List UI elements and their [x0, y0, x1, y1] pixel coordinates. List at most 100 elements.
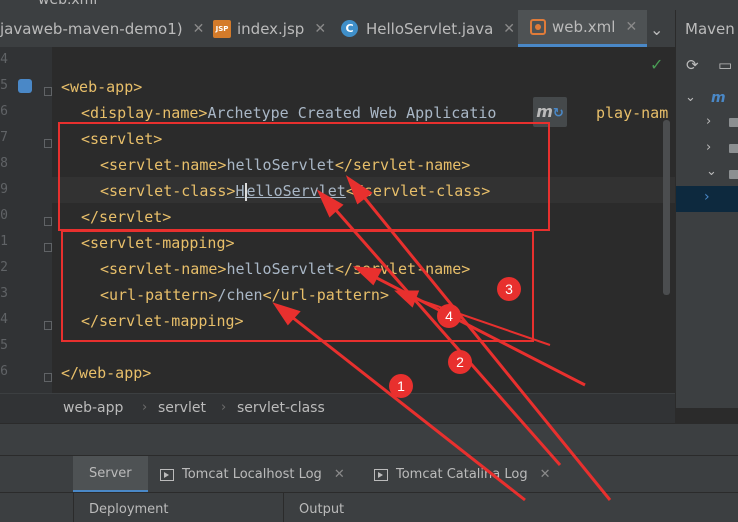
breadcrumb: web-app › servlet › servlet-class — [0, 393, 675, 424]
chevron-right-icon: › — [704, 189, 710, 205]
folder-icon — [729, 144, 738, 153]
tag-servlet-class-close: </servlet-class> — [345, 182, 491, 200]
display-name-tail: play-nam — [596, 104, 669, 122]
line-number: 3 — [0, 286, 8, 301]
tag-servlet-mapping-close: </servlet-mapping> — [81, 312, 244, 330]
line-number-gutter: 4 5 6 7 8 9 0 1 2 3 4 5 6 — [0, 47, 52, 393]
tool-window-header — [0, 423, 738, 456]
chevron-right-icon: › — [142, 400, 148, 415]
fold-marker-icon[interactable] — [44, 243, 52, 252]
tab-tomcat-catalina-log[interactable]: Tomcat Catalina Log ✕ — [374, 456, 551, 493]
server-panel: Deployment Output — [0, 492, 738, 522]
tag-servlet-name-open: <servlet-name> — [100, 260, 227, 278]
tab-helloservlet-java[interactable]: C HelloServlet.java ✕ — [341, 10, 515, 47]
line-number: 4 — [0, 312, 8, 327]
maven-project-icon: m — [711, 90, 726, 106]
tag-web-app-close: </web-app> — [61, 364, 152, 382]
code-line: <servlet-class>H elloServlet</servlet-cla… — [100, 178, 490, 204]
code-line: </servlet> — [81, 204, 171, 230]
chevron-right-icon: › — [221, 400, 227, 415]
tab-project-label: javaweb-maven-demo1) — [0, 19, 183, 38]
tab-catalina-log-label: Tomcat Catalina Log — [396, 467, 528, 482]
chevron-right-icon[interactable]: › — [706, 114, 711, 129]
fold-marker-icon[interactable] — [44, 373, 52, 382]
servlet-name-value: helloServlet — [226, 156, 335, 174]
tab-web-xml[interactable]: web.xml ✕ — [518, 10, 648, 47]
chevron-down-icon[interactable]: ⌄ — [706, 164, 717, 179]
code-line: <url-pattern>/chen</url-pattern> — [100, 282, 389, 308]
line-number: 2 — [0, 260, 8, 275]
tag-servlet-mapping-open: <servlet-mapping> — [81, 234, 235, 252]
close-icon[interactable]: ✕ — [334, 467, 345, 482]
tab-server-label: Server — [89, 465, 132, 481]
code-line-tail: play-nam — [596, 100, 668, 126]
line-number: 6 — [0, 104, 8, 119]
close-icon[interactable]: ✕ — [540, 467, 551, 482]
line-number: 7 — [0, 130, 8, 145]
tab-index-jsp-label: index.jsp — [237, 19, 305, 38]
close-icon[interactable]: ✕ — [314, 21, 326, 37]
breadcrumb-item[interactable]: servlet-class — [237, 400, 325, 416]
deployment-header: Deployment — [89, 502, 169, 517]
terminal-log-icon — [374, 468, 388, 481]
fold-marker-icon[interactable] — [44, 217, 52, 226]
servlet-class-value: elloServlet — [246, 182, 346, 200]
services-tab-bar: Server Tomcat Localhost Log ✕ Tomcat Cat… — [0, 455, 738, 493]
line-number: 5 — [0, 338, 8, 353]
tab-server[interactable]: Server — [73, 456, 148, 493]
line-number: 6 — [0, 364, 8, 379]
editor-tab-bar: javaweb-maven-demo1) ✕ JSP index.jsp ✕ C… — [0, 10, 738, 48]
tag-servlet-close: </servlet> — [81, 208, 172, 226]
refresh-icon[interactable]: ⟳ — [686, 56, 699, 74]
code-line: </web-app> — [61, 360, 151, 386]
line-number: 5 — [0, 78, 8, 93]
code-line: <servlet> — [81, 126, 162, 152]
line-number: 8 — [0, 156, 8, 171]
servlet-name-value: helloServlet — [226, 260, 335, 278]
tag-web-app-open: <web-app> — [61, 78, 143, 96]
tab-helloservlet-label: HelloServlet.java — [366, 19, 494, 38]
maven-reload-icon[interactable]: m↻ — [533, 97, 567, 127]
chevron-right-icon[interactable]: › — [706, 140, 711, 155]
tab-project[interactable]: javaweb-maven-demo1) ✕ — [0, 10, 204, 47]
chevron-down-icon[interactable]: ⌄ — [650, 20, 663, 39]
code-line: </servlet-mapping> — [81, 308, 244, 334]
editor-scrollbar[interactable] — [663, 120, 670, 295]
close-icon[interactable]: ✕ — [503, 21, 515, 37]
code-editor[interactable]: <web-app> <display-name>Archetype Create… — [52, 47, 675, 393]
panel-divider — [283, 493, 284, 522]
folder-icon — [729, 170, 738, 179]
check-icon: ✓ — [650, 55, 664, 74]
tab-index-jsp[interactable]: JSP index.jsp ✕ — [213, 10, 326, 47]
chevron-down-icon[interactable]: ⌄ — [685, 90, 696, 105]
close-icon[interactable]: ✕ — [625, 19, 637, 35]
terminal-log-icon — [160, 468, 174, 481]
web-config-gutter-icon[interactable] — [18, 79, 32, 93]
fold-marker-icon[interactable] — [44, 139, 52, 148]
tag-servlet-name-close: </servlet-name> — [334, 260, 471, 278]
java-class-icon: C — [341, 20, 358, 37]
url-pattern-value: /chen — [217, 286, 263, 304]
close-icon[interactable]: ✕ — [193, 21, 205, 37]
tag-servlet-name-close: </servlet-name> — [334, 156, 471, 174]
tag-url-pattern-close: </url-pattern> — [262, 286, 389, 304]
maven-tool-window: Maven ⟳ ▭ ⌄ m › › ⌄ › — [675, 10, 738, 408]
tag-servlet-name-open: <servlet-name> — [100, 156, 227, 174]
tab-tomcat-localhost-log[interactable]: Tomcat Localhost Log ✕ — [160, 456, 345, 493]
maven-title: Maven — [685, 20, 735, 38]
line-number: 0 — [0, 208, 8, 223]
code-line: <servlet-mapping> — [81, 230, 235, 256]
fold-marker-icon[interactable] — [44, 321, 52, 330]
output-header: Output — [299, 502, 345, 517]
add-folder-icon[interactable]: ▭ — [718, 56, 732, 74]
tag-url-pattern-open: <url-pattern> — [100, 286, 218, 304]
folder-icon — [729, 118, 738, 127]
jsp-file-icon: JSP — [213, 19, 231, 38]
breadcrumb-item[interactable]: web-app — [63, 400, 123, 416]
display-name-text: Archetype Created Web Applicatio — [207, 104, 497, 122]
breadcrumb-item[interactable]: servlet — [158, 400, 206, 416]
code-line: <servlet-name>helloServlet</servlet-name… — [100, 256, 470, 282]
maven-tree-selected-item[interactable]: › — [676, 186, 738, 212]
fold-marker-icon[interactable] — [44, 87, 52, 96]
tag-servlet-open: <servlet> — [81, 130, 163, 148]
